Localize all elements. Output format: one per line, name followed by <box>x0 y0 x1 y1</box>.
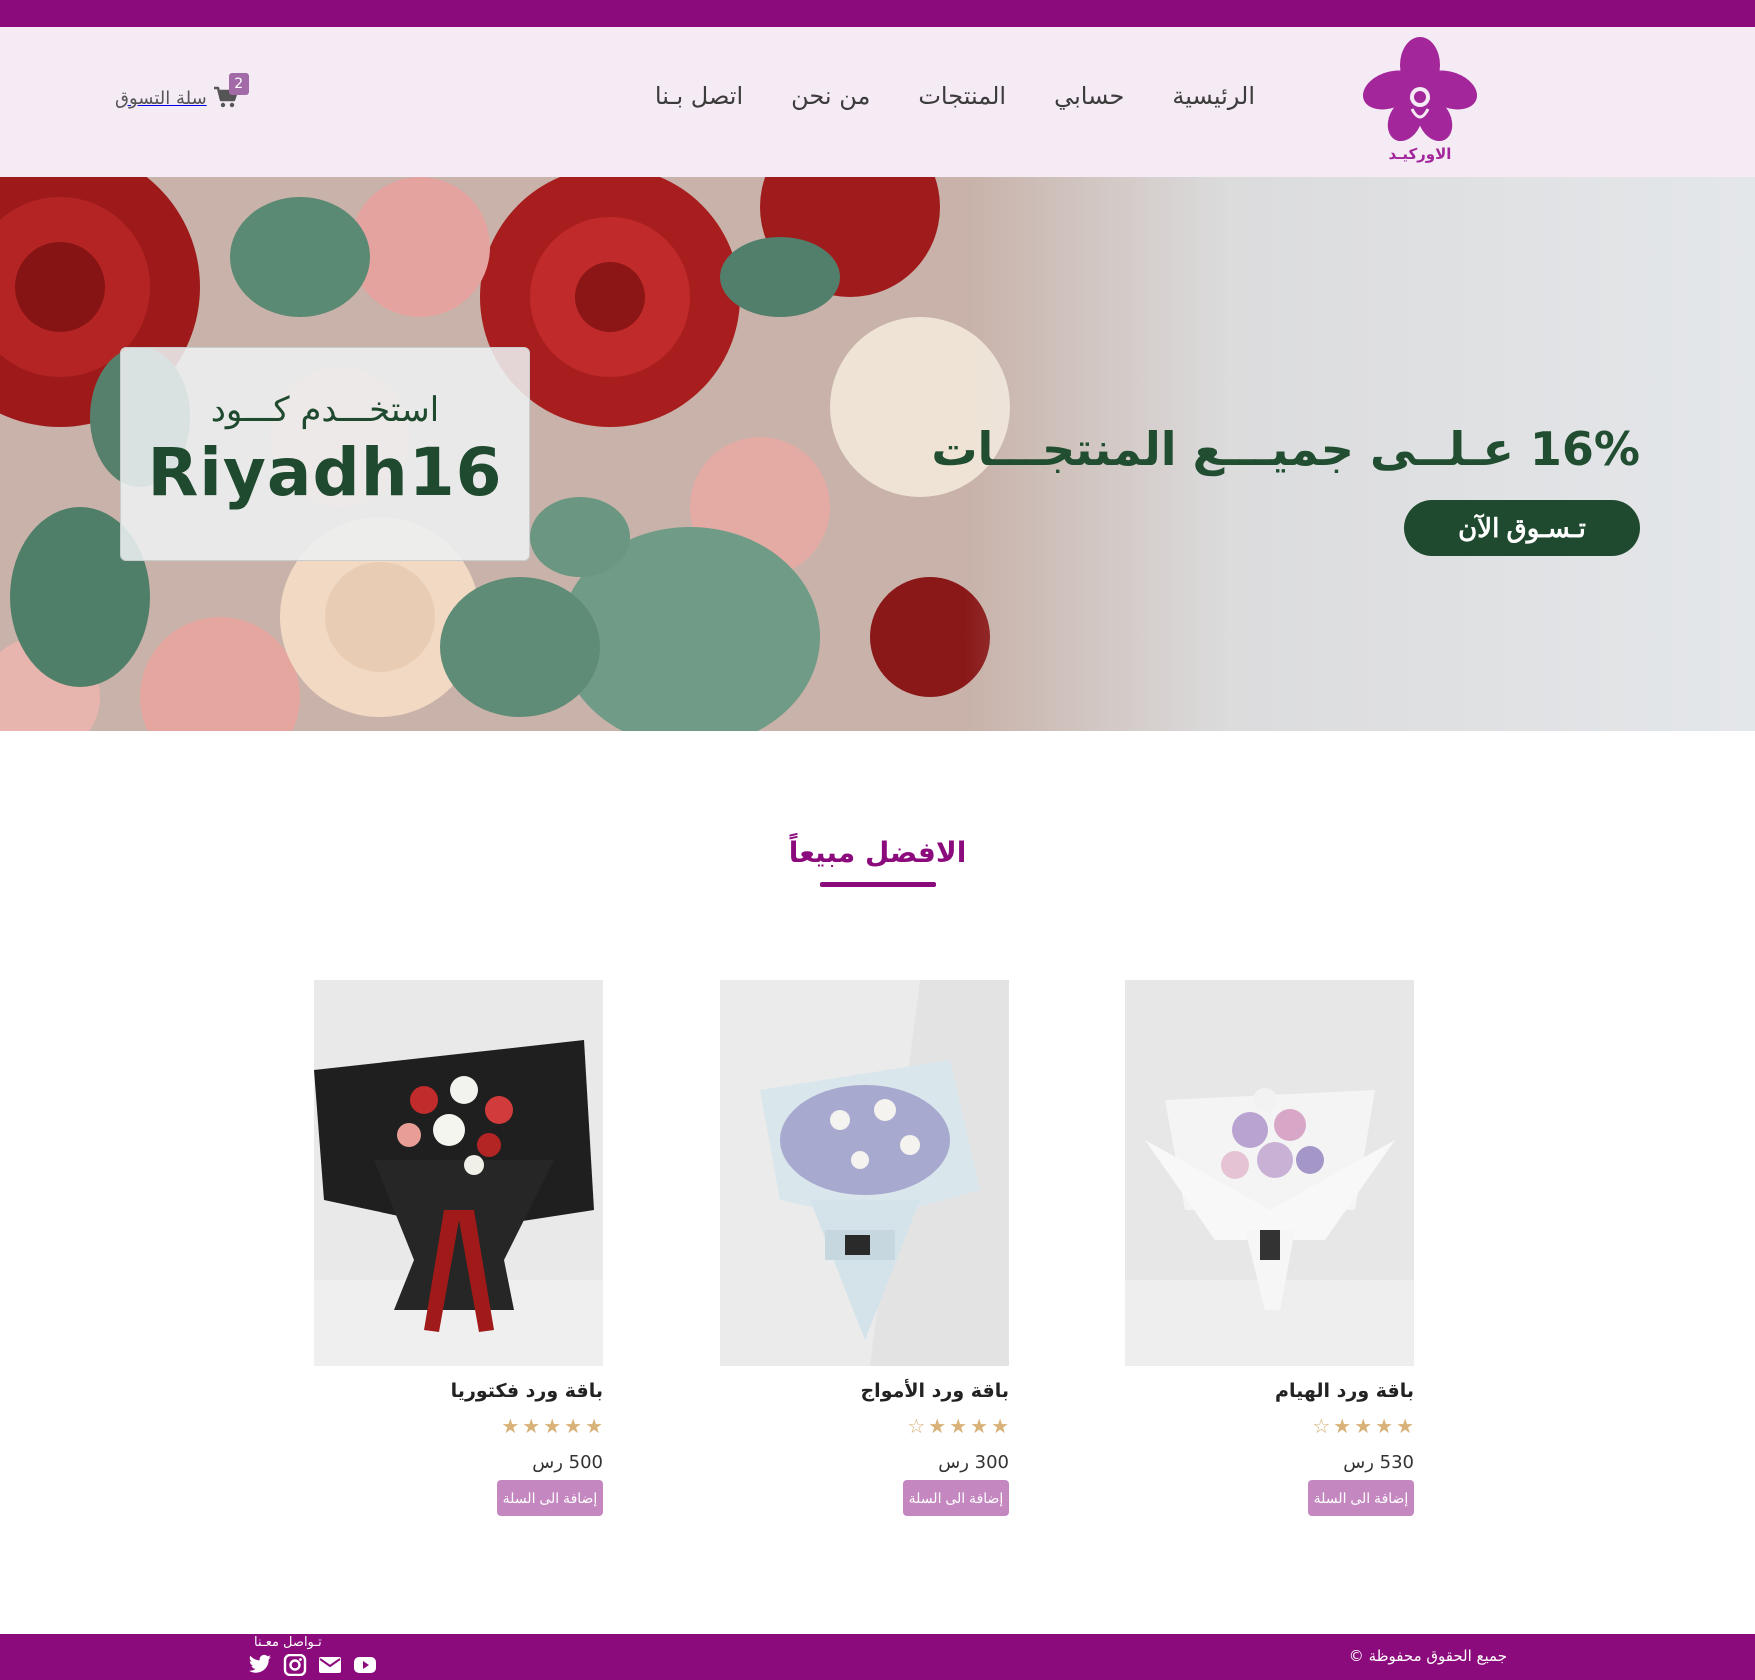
product-rating: ★ ★ ★ ★ ★ <box>501 1416 603 1436</box>
product-card: باقة ورد فكتوريا ★ ★ ★ ★ ★ 500 رس إضافة … <box>314 980 603 1520</box>
star-filled-icon: ★ <box>1333 1414 1352 1438</box>
coupon-code: Riyadh16 <box>147 434 503 511</box>
cart-link[interactable]: سلة التسوق 2 <box>115 73 249 111</box>
copyright-text: جميع الحقوق محفوظة © <box>1348 1647 1507 1665</box>
product-name[interactable]: باقة ورد الأمواج <box>860 1380 1009 1402</box>
nav-item-home[interactable]: الرئيسية <box>1172 82 1255 122</box>
nav-item-account[interactable]: حسابي <box>1054 82 1124 122</box>
shop-now-button[interactable]: تـسـوق الآن <box>1404 500 1640 556</box>
product-price: 500 رس <box>532 1452 603 1473</box>
product-name[interactable]: باقة ورد فكتوريا <box>451 1380 603 1402</box>
star-filled-icon: ★ <box>991 1414 1009 1438</box>
add-to-cart-button[interactable]: إضافة الى السلة <box>497 1480 603 1516</box>
product-price: 300 رس <box>938 1452 1009 1473</box>
star-filled-icon: ★ <box>949 1414 968 1438</box>
twitter-icon[interactable] <box>248 1654 272 1676</box>
social-label: تـواصل معـنا <box>254 1635 322 1650</box>
site-header: الاوركيـد الرئيسية حسابي المنتجات من نحن… <box>0 27 1755 177</box>
instagram-icon[interactable] <box>283 1654 307 1676</box>
hero-headline: 16% عـلــى جميـــع المنتجـــات <box>931 422 1640 476</box>
bestsellers-grid: باقة ورد الهيام ★ ★ ★ ★ ☆ 530 رس إضافة ا… <box>0 980 1755 1520</box>
product-image[interactable] <box>1125 980 1414 1366</box>
cart-icon: 2 <box>213 73 249 111</box>
star-filled-icon: ★ <box>1354 1414 1373 1438</box>
youtube-icon[interactable] <box>353 1654 377 1676</box>
main-nav: الرئيسية حسابي المنتجات من نحن اتصل بـنا <box>655 82 1255 122</box>
social-links: تـواصل معـنا <box>248 1634 378 1680</box>
star-empty-icon: ☆ <box>1312 1414 1331 1438</box>
top-accent-bar <box>0 0 1755 27</box>
nav-item-about[interactable]: من نحن <box>791 82 870 122</box>
product-image[interactable] <box>720 980 1009 1366</box>
site-logo[interactable]: الاوركيـد <box>1360 35 1480 165</box>
product-card: باقة ورد الهيام ★ ★ ★ ★ ☆ 530 رس إضافة ا… <box>1125 980 1414 1520</box>
add-to-cart-button[interactable]: إضافة الى السلة <box>1308 1480 1414 1516</box>
star-filled-icon: ★ <box>970 1414 989 1438</box>
product-price: 530 رس <box>1343 1452 1414 1473</box>
product-rating: ★ ★ ★ ★ ☆ <box>1312 1416 1414 1436</box>
star-filled-icon: ★ <box>1396 1414 1414 1438</box>
hero-banner: استخـــدم كـــود Riyadh16 16% عـلــى جمي… <box>0 177 1755 731</box>
star-filled-icon: ★ <box>564 1414 583 1438</box>
product-image[interactable] <box>314 980 603 1366</box>
email-icon[interactable] <box>318 1654 342 1676</box>
star-filled-icon: ★ <box>1375 1414 1394 1438</box>
cart-count-badge: 2 <box>228 73 249 95</box>
nav-item-contact[interactable]: اتصل بـنا <box>655 82 743 122</box>
star-filled-icon: ★ <box>928 1414 947 1438</box>
site-footer: جميع الحقوق محفوظة © تـواصل معـنا <box>0 1634 1755 1680</box>
product-name[interactable]: باقة ورد الهيام <box>1275 1380 1414 1402</box>
product-rating: ★ ★ ★ ★ ☆ <box>907 1416 1009 1436</box>
nav-item-products[interactable]: المنتجات <box>918 82 1006 122</box>
product-card: باقة ورد الأمواج ★ ★ ★ ★ ☆ 300 رس إضافة … <box>720 980 1009 1520</box>
title-underline <box>820 882 936 887</box>
coupon-box: استخـــدم كـــود Riyadh16 <box>120 347 530 561</box>
add-to-cart-button[interactable]: إضافة الى السلة <box>903 1480 1009 1516</box>
star-filled-icon: ★ <box>501 1414 520 1438</box>
star-filled-icon: ★ <box>522 1414 541 1438</box>
coupon-title: استخـــدم كـــود <box>210 390 440 430</box>
star-filled-icon: ★ <box>585 1414 603 1438</box>
orchid-logo-icon <box>1362 37 1478 142</box>
cart-label: سلة التسوق <box>115 87 207 109</box>
star-filled-icon: ★ <box>543 1414 562 1438</box>
logo-text: الاوركيـد <box>1388 145 1452 163</box>
star-empty-icon: ☆ <box>907 1414 926 1438</box>
bestsellers-title: الافضل مبيعاً <box>788 836 967 869</box>
